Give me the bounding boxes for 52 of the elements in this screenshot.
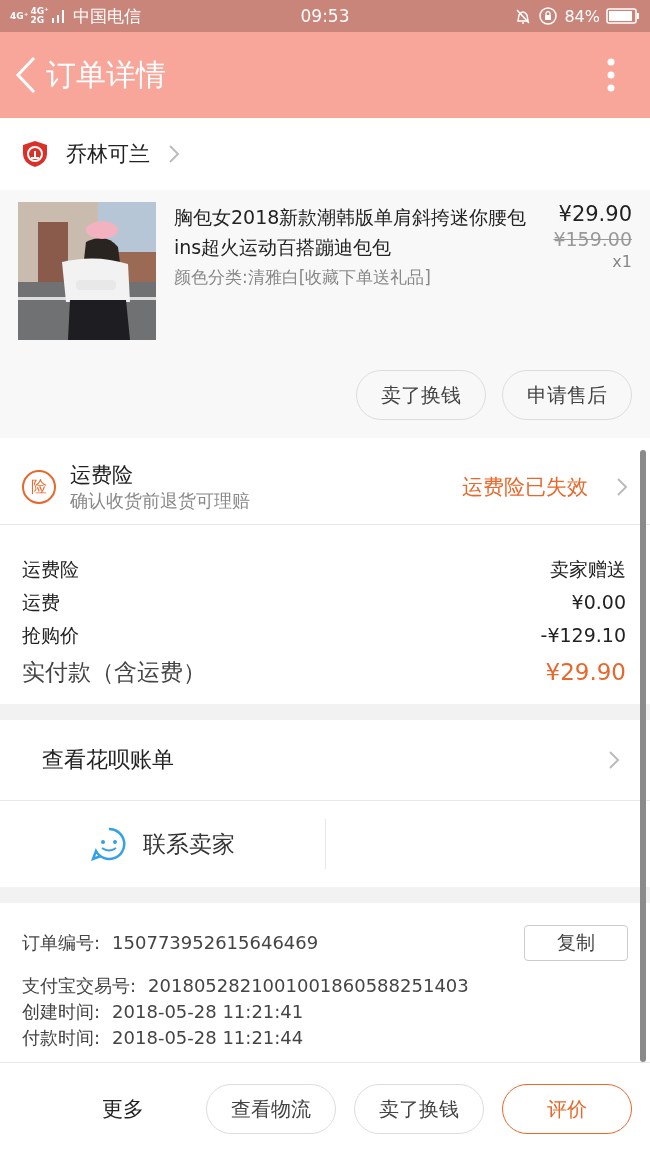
network-label: 2G — [30, 16, 46, 25]
insurance-badge: 险 — [22, 470, 56, 504]
fee-value: -¥129.10 — [540, 623, 626, 648]
insurance-subtitle: 确认收货前退货可理赔 — [70, 489, 251, 513]
rotation-lock-icon — [538, 6, 559, 26]
clock: 09:53 — [300, 6, 350, 26]
more-button[interactable]: 更多 — [96, 1094, 150, 1124]
more-icon[interactable] — [606, 57, 616, 93]
fee-label: 运费险 — [22, 557, 79, 582]
insurance-title: 运费险 — [70, 462, 134, 489]
fee-value: ¥29.90 — [545, 658, 626, 687]
action-button[interactable]: 卖了换钱 — [354, 1084, 484, 1134]
order-info-value: 2018052821001001860588251403 — [148, 974, 469, 998]
product-variant: 颜色分类:清雅白[收藏下单送礼品] — [174, 266, 432, 289]
shield-icon — [22, 140, 48, 168]
order-info-value: 2018-05-28 11:21:44 — [112, 1026, 304, 1050]
shop-name: 乔林可兰 — [66, 141, 150, 168]
muted-bell-icon — [514, 7, 533, 25]
network-label: 4G⁺ — [10, 11, 29, 21]
insurance-status: 运费险已失效 — [462, 474, 588, 501]
battery-percent: 84% — [564, 6, 600, 26]
chevron-icon — [616, 477, 628, 497]
order-info-label: 订单编号: — [22, 931, 101, 955]
original-price: ¥159.00 — [553, 228, 632, 250]
action-button[interactable]: 卖了换钱 — [356, 370, 486, 420]
order-info-value: 2018-05-28 11:21:41 — [112, 1000, 304, 1024]
back-icon[interactable] — [14, 55, 38, 95]
bill-link: 查看花呗账单 — [42, 746, 174, 774]
fee-label: 实付款（含运费） — [22, 658, 206, 687]
page-title: 订单详情 — [46, 55, 166, 94]
network-label: 4G⁺ — [30, 7, 49, 16]
fee-label: 运费 — [22, 590, 60, 615]
carrier-name: 中国电信 — [72, 4, 141, 28]
order-info-value: 150773952615646469 — [112, 931, 319, 955]
chevron-icon — [608, 750, 620, 770]
fee-label: 抢购价 — [22, 623, 79, 648]
copy-button[interactable]: 复制 — [524, 925, 628, 961]
action-button[interactable]: 申请售后 — [502, 370, 632, 420]
fee-value: ¥0.00 — [571, 590, 626, 615]
fee-value: 卖家赠送 — [550, 557, 626, 582]
product-title[interactable]: 胸包女2018新款潮韩版单肩斜挎迷你腰包ins超火运动百搭蹦迪包包 — [174, 202, 528, 262]
chevron-icon — [168, 144, 180, 164]
order-info-label: 创建时间: — [22, 1000, 101, 1024]
order-info-label: 付款时间: — [22, 1026, 101, 1050]
quantity: x1 — [612, 252, 632, 271]
price: ¥29.90 — [558, 202, 632, 226]
shop-row[interactable]: 乔林可兰 — [0, 118, 650, 190]
order-info-label: 支付宝交易号: — [22, 974, 137, 998]
battery-icon — [606, 8, 640, 24]
chat-bubble-icon — [90, 826, 127, 862]
signal-icon — [50, 9, 67, 23]
action-button[interactable]: 查看物流 — [206, 1084, 336, 1134]
